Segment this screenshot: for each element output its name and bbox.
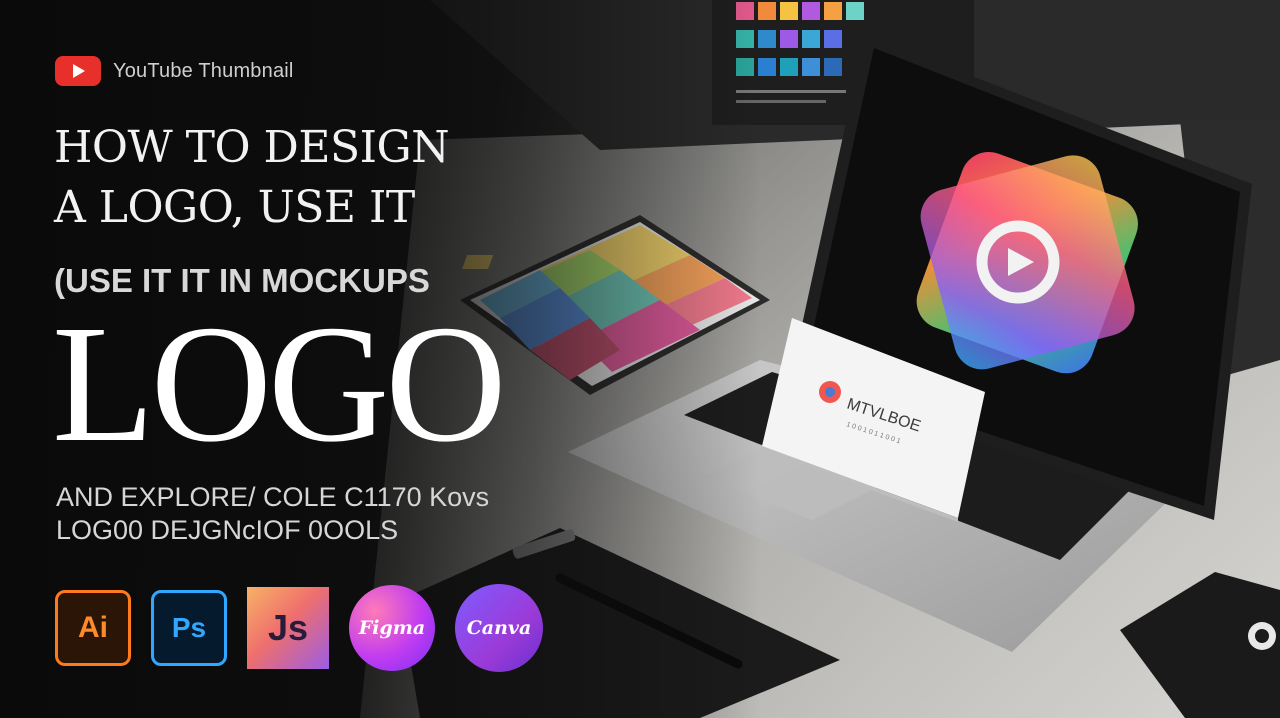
- js-icon: Js: [247, 587, 329, 669]
- tool-icons-row: Ai Ps Js Figma Canva: [55, 584, 543, 672]
- subline-2: LOG00 DEJGNᴄIOF 0OOLS: [56, 515, 399, 545]
- thumbnail: MTVLBOE 1 0 0 1 0 1 1 0 0 1 YouTube Thum…: [0, 0, 1280, 718]
- headline-line-1: HOW TO DESIGN: [54, 122, 450, 173]
- adobe-photoshop-icon: Ps: [151, 590, 227, 666]
- badge-label: YouTube Thumbnail: [113, 59, 294, 82]
- headline-line-2: A LOGO, USE IT: [54, 182, 415, 233]
- youtube-play-icon: [55, 56, 101, 86]
- headline-big-logo: LOGO: [52, 291, 507, 477]
- subline-1: AND EXPLORE/ COLE C1170 Kovs: [56, 482, 490, 512]
- adobe-illustrator-icon: Ai: [55, 590, 131, 666]
- canva-icon: Canva: [455, 584, 543, 672]
- youtube-badge: YouTube Thumbnail: [55, 56, 294, 86]
- figma-icon: Figma: [349, 585, 435, 671]
